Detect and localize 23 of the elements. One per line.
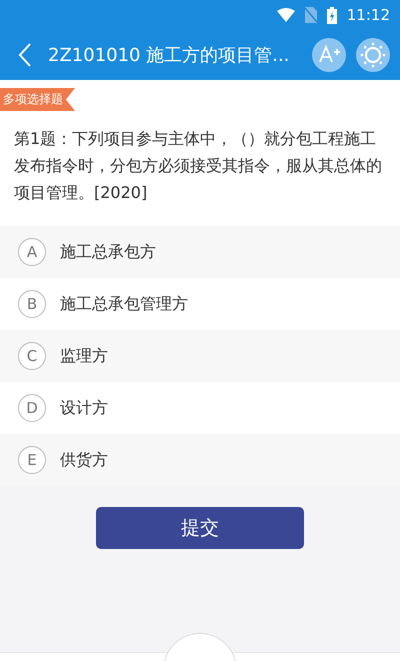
option-text: 施工总承包方 bbox=[60, 242, 156, 262]
option-letter: D bbox=[18, 394, 46, 422]
option-letter: B bbox=[18, 290, 46, 318]
battery-icon bbox=[326, 6, 337, 24]
answer-option[interactable]: D 设计方 bbox=[0, 382, 400, 434]
option-text: 施工总承包管理方 bbox=[60, 294, 188, 314]
font-size-icon[interactable] bbox=[312, 38, 346, 72]
option-letter: A bbox=[18, 238, 46, 266]
status-time: 11:12 bbox=[346, 6, 390, 24]
page-title: 2Z101010 施工方的项目管... bbox=[48, 44, 290, 67]
submit-button[interactable]: 提交 bbox=[96, 507, 304, 549]
option-text: 设计方 bbox=[60, 398, 108, 418]
question-text: 第1题：下列项目参与主体中，（）就分包工程施工发布指令时，分包方必须接受其指令，服从其总体的项目管理。[2020] bbox=[14, 128, 383, 204]
back-icon[interactable] bbox=[18, 42, 32, 68]
wifi-icon bbox=[276, 8, 295, 22]
option-text: 供货方 bbox=[60, 450, 108, 470]
option-text: 监理方 bbox=[60, 346, 108, 366]
option-letter: E bbox=[18, 446, 46, 474]
option-letter: C bbox=[18, 342, 46, 370]
brightness-icon[interactable] bbox=[356, 38, 390, 72]
answer-option[interactable]: B 施工总承包管理方 bbox=[0, 278, 400, 330]
no-sim-icon bbox=[304, 7, 317, 23]
question-type-tag: 多项选择题 bbox=[0, 88, 75, 111]
